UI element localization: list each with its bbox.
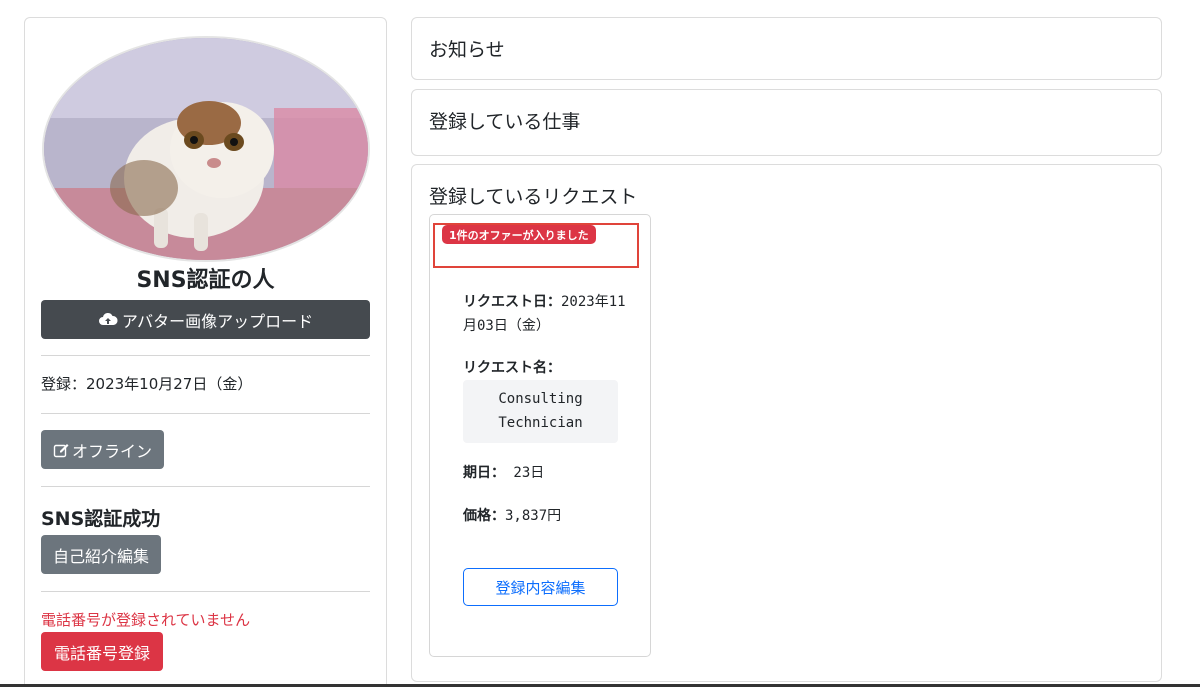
request-name-value: Consulting Technician	[463, 380, 618, 443]
upload-avatar-label: アバター画像アップロード	[121, 311, 314, 331]
offline-button[interactable]: オフライン	[41, 430, 165, 469]
divider	[41, 591, 370, 592]
news-card: お知らせ	[411, 17, 1162, 80]
requests-card: 登録しているリクエスト 1件のオファーが入りました リクエスト日：2023年11…	[411, 164, 1162, 682]
request-item: 1件のオファーが入りました リクエスト日：2023年11月03日（金） リクエス…	[429, 214, 651, 657]
avatar	[42, 36, 370, 262]
request-date: リクエスト日：2023年11月03日（金）	[463, 290, 633, 338]
upload-avatar-button[interactable]: アバター画像アップロード	[41, 300, 370, 339]
request-period: 期日： 23日	[463, 461, 544, 485]
news-title: お知らせ	[429, 39, 505, 61]
profile-card: SNS認証の人 アバター画像アップロード 登録：2023年10月27日（金） オ…	[24, 17, 387, 687]
offer-badge[interactable]: 1件のオファーが入りました	[442, 225, 596, 244]
request-price-label: 価格：	[463, 508, 505, 524]
request-period-value: 23日	[505, 465, 545, 481]
edit-intro-button[interactable]: 自己紹介編集	[41, 535, 162, 574]
request-date-label: リクエスト日：	[463, 294, 561, 310]
divider	[41, 486, 370, 487]
jobs-card: 登録している仕事	[411, 89, 1162, 156]
jobs-title: 登録している仕事	[429, 111, 581, 133]
profile-name: SNS認証の人	[136, 268, 275, 293]
register-phone-button[interactable]: 電話番号登録	[41, 632, 164, 671]
offline-label: オフライン	[72, 441, 153, 461]
request-price-value: 3,837円	[505, 508, 562, 524]
edit-request-button[interactable]: 登録内容編集	[463, 568, 618, 606]
request-period-label: 期日：	[463, 465, 505, 481]
phone-warning: 電話番号が登録されていません	[41, 611, 251, 629]
cloud-upload-icon	[98, 312, 118, 328]
request-name-label: リクエスト名：	[463, 360, 561, 376]
sns-status: SNS認証成功	[41, 508, 161, 530]
avatar-cat-image	[44, 38, 368, 260]
edit-square-icon	[53, 442, 69, 458]
registration-date: 登録：2023年10月27日（金）	[41, 375, 253, 393]
divider	[41, 355, 370, 356]
request-price: 価格：3,837円	[463, 504, 561, 528]
requests-title: 登録しているリクエスト	[429, 186, 638, 208]
divider	[41, 413, 370, 414]
